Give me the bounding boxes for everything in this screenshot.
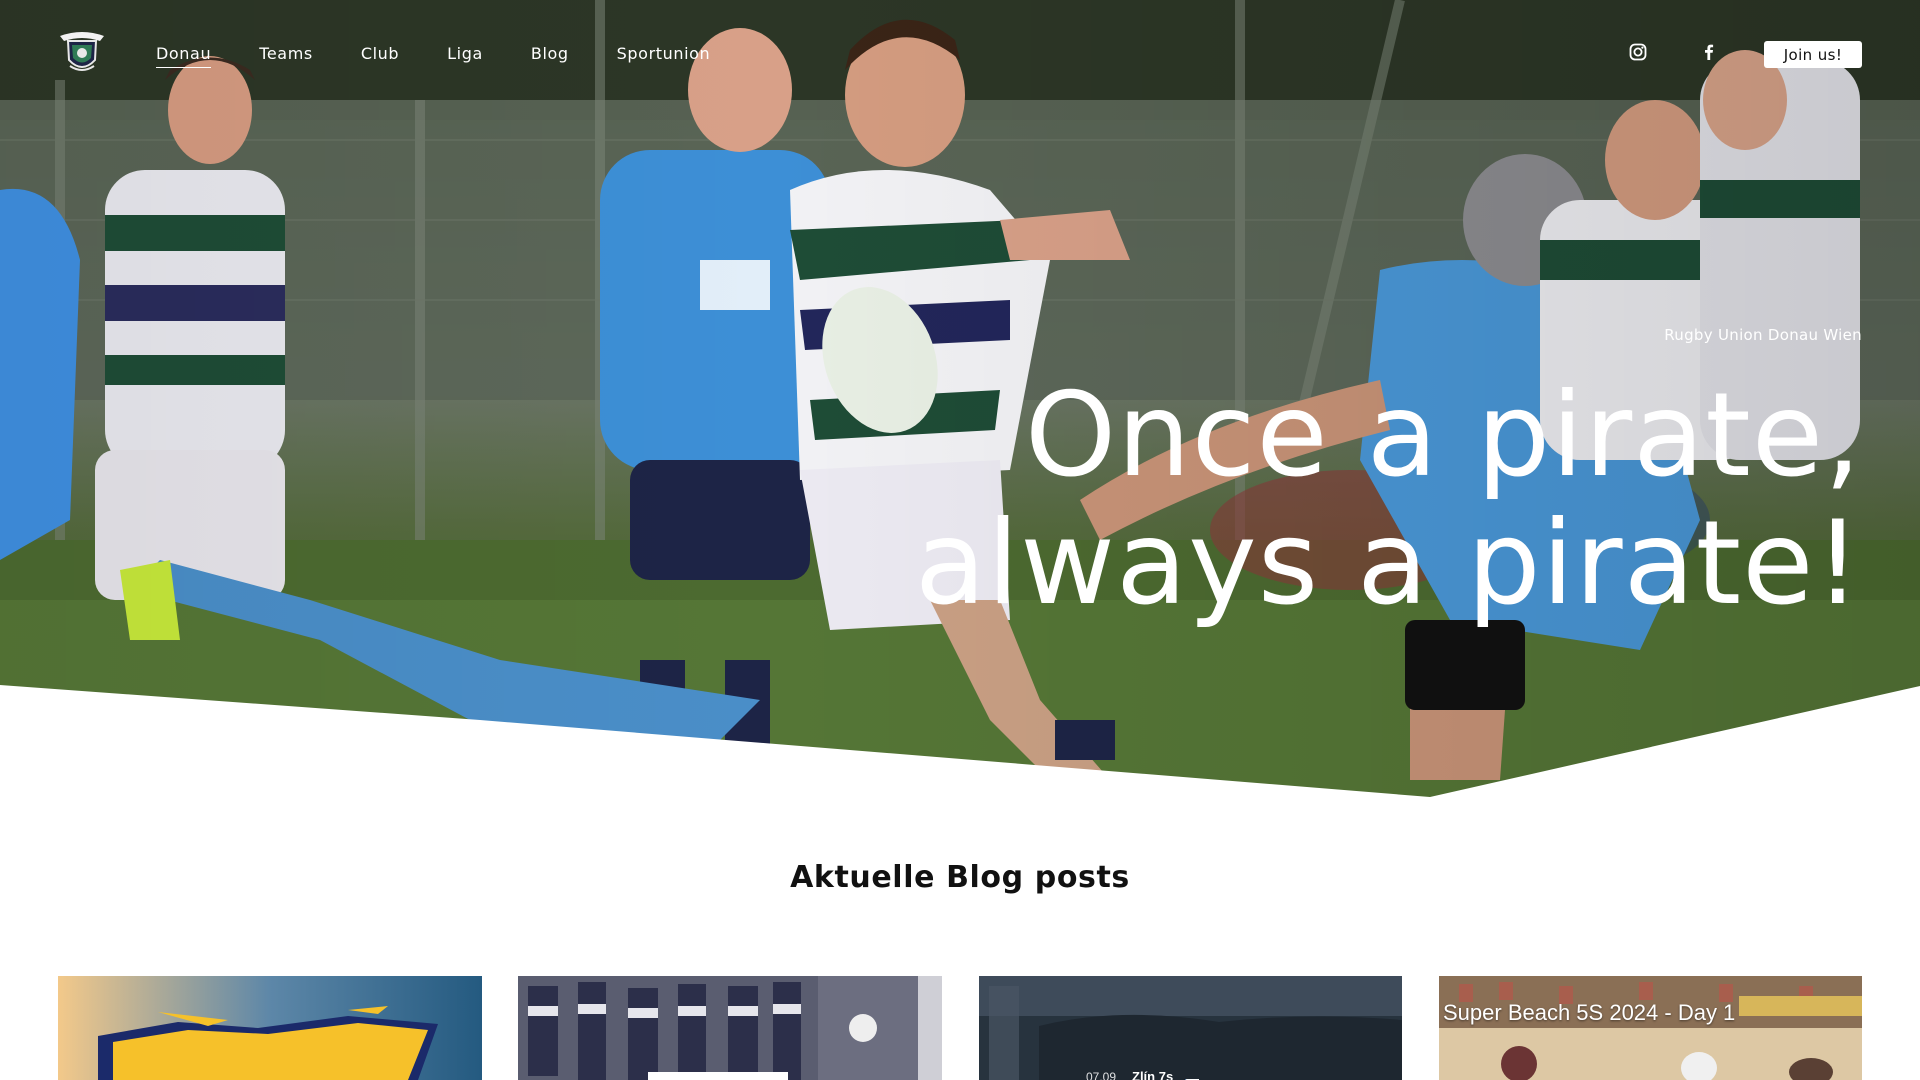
blog-card[interactable]: 07.09 Zlín 7s [979,976,1402,1080]
nav-link-sportunion[interactable]: Sportunion [617,44,711,68]
nav-link-donau[interactable]: Donau [156,44,212,68]
blog-card[interactable]: Super Beach 5S 2024 - Day 1 [1439,976,1862,1080]
card-overlay-date: 07.09 [1086,1070,1117,1080]
beach-rugby-photo [1439,976,1862,1080]
club-crest-icon[interactable] [58,30,106,76]
nav-link-teams[interactable]: Teams [259,44,313,68]
blog-section-title: Aktuelle Blog posts [790,860,1130,895]
hero-title-line-1: Once a pirate, [1024,368,1862,503]
hero-title: Once a pirate, always a pirate! [862,372,1862,628]
hero-section: Rugby Union Donau Wien Once a pirate, al… [0,0,1920,800]
dark-field-photo [979,976,1402,1080]
instagram-icon[interactable] [1629,43,1649,63]
nav-links: Donau Teams Club Liga Blog Sportunion [156,44,758,68]
join-us-button[interactable]: Join us! [1764,41,1862,68]
nav-link-club[interactable]: Club [361,44,399,68]
rugby-logo-artwork [58,976,482,1080]
blog-cards: 07.09 Zlín 7s Super Beach 5S 2024 - Day … [58,976,1862,1080]
card-overlay-title: Zlín 7s [1132,1069,1174,1080]
blog-card[interactable] [58,976,482,1080]
czech-flag-icon [1185,1073,1199,1080]
facebook-icon[interactable] [1700,43,1720,63]
main-nav: Donau Teams Club Liga Blog Sportunion Jo… [0,0,1920,106]
hero-eyebrow: Rugby Union Donau Wien [1664,326,1862,344]
card-overlay-title: Super Beach 5S 2024 - Day 1 [1443,1000,1736,1025]
blog-card[interactable] [518,976,942,1080]
nav-link-liga[interactable]: Liga [447,44,483,68]
nav-link-blog[interactable]: Blog [531,44,569,68]
hero-title-line-2: always a pirate! [914,496,1862,631]
magazine-spread-photo [518,976,942,1080]
